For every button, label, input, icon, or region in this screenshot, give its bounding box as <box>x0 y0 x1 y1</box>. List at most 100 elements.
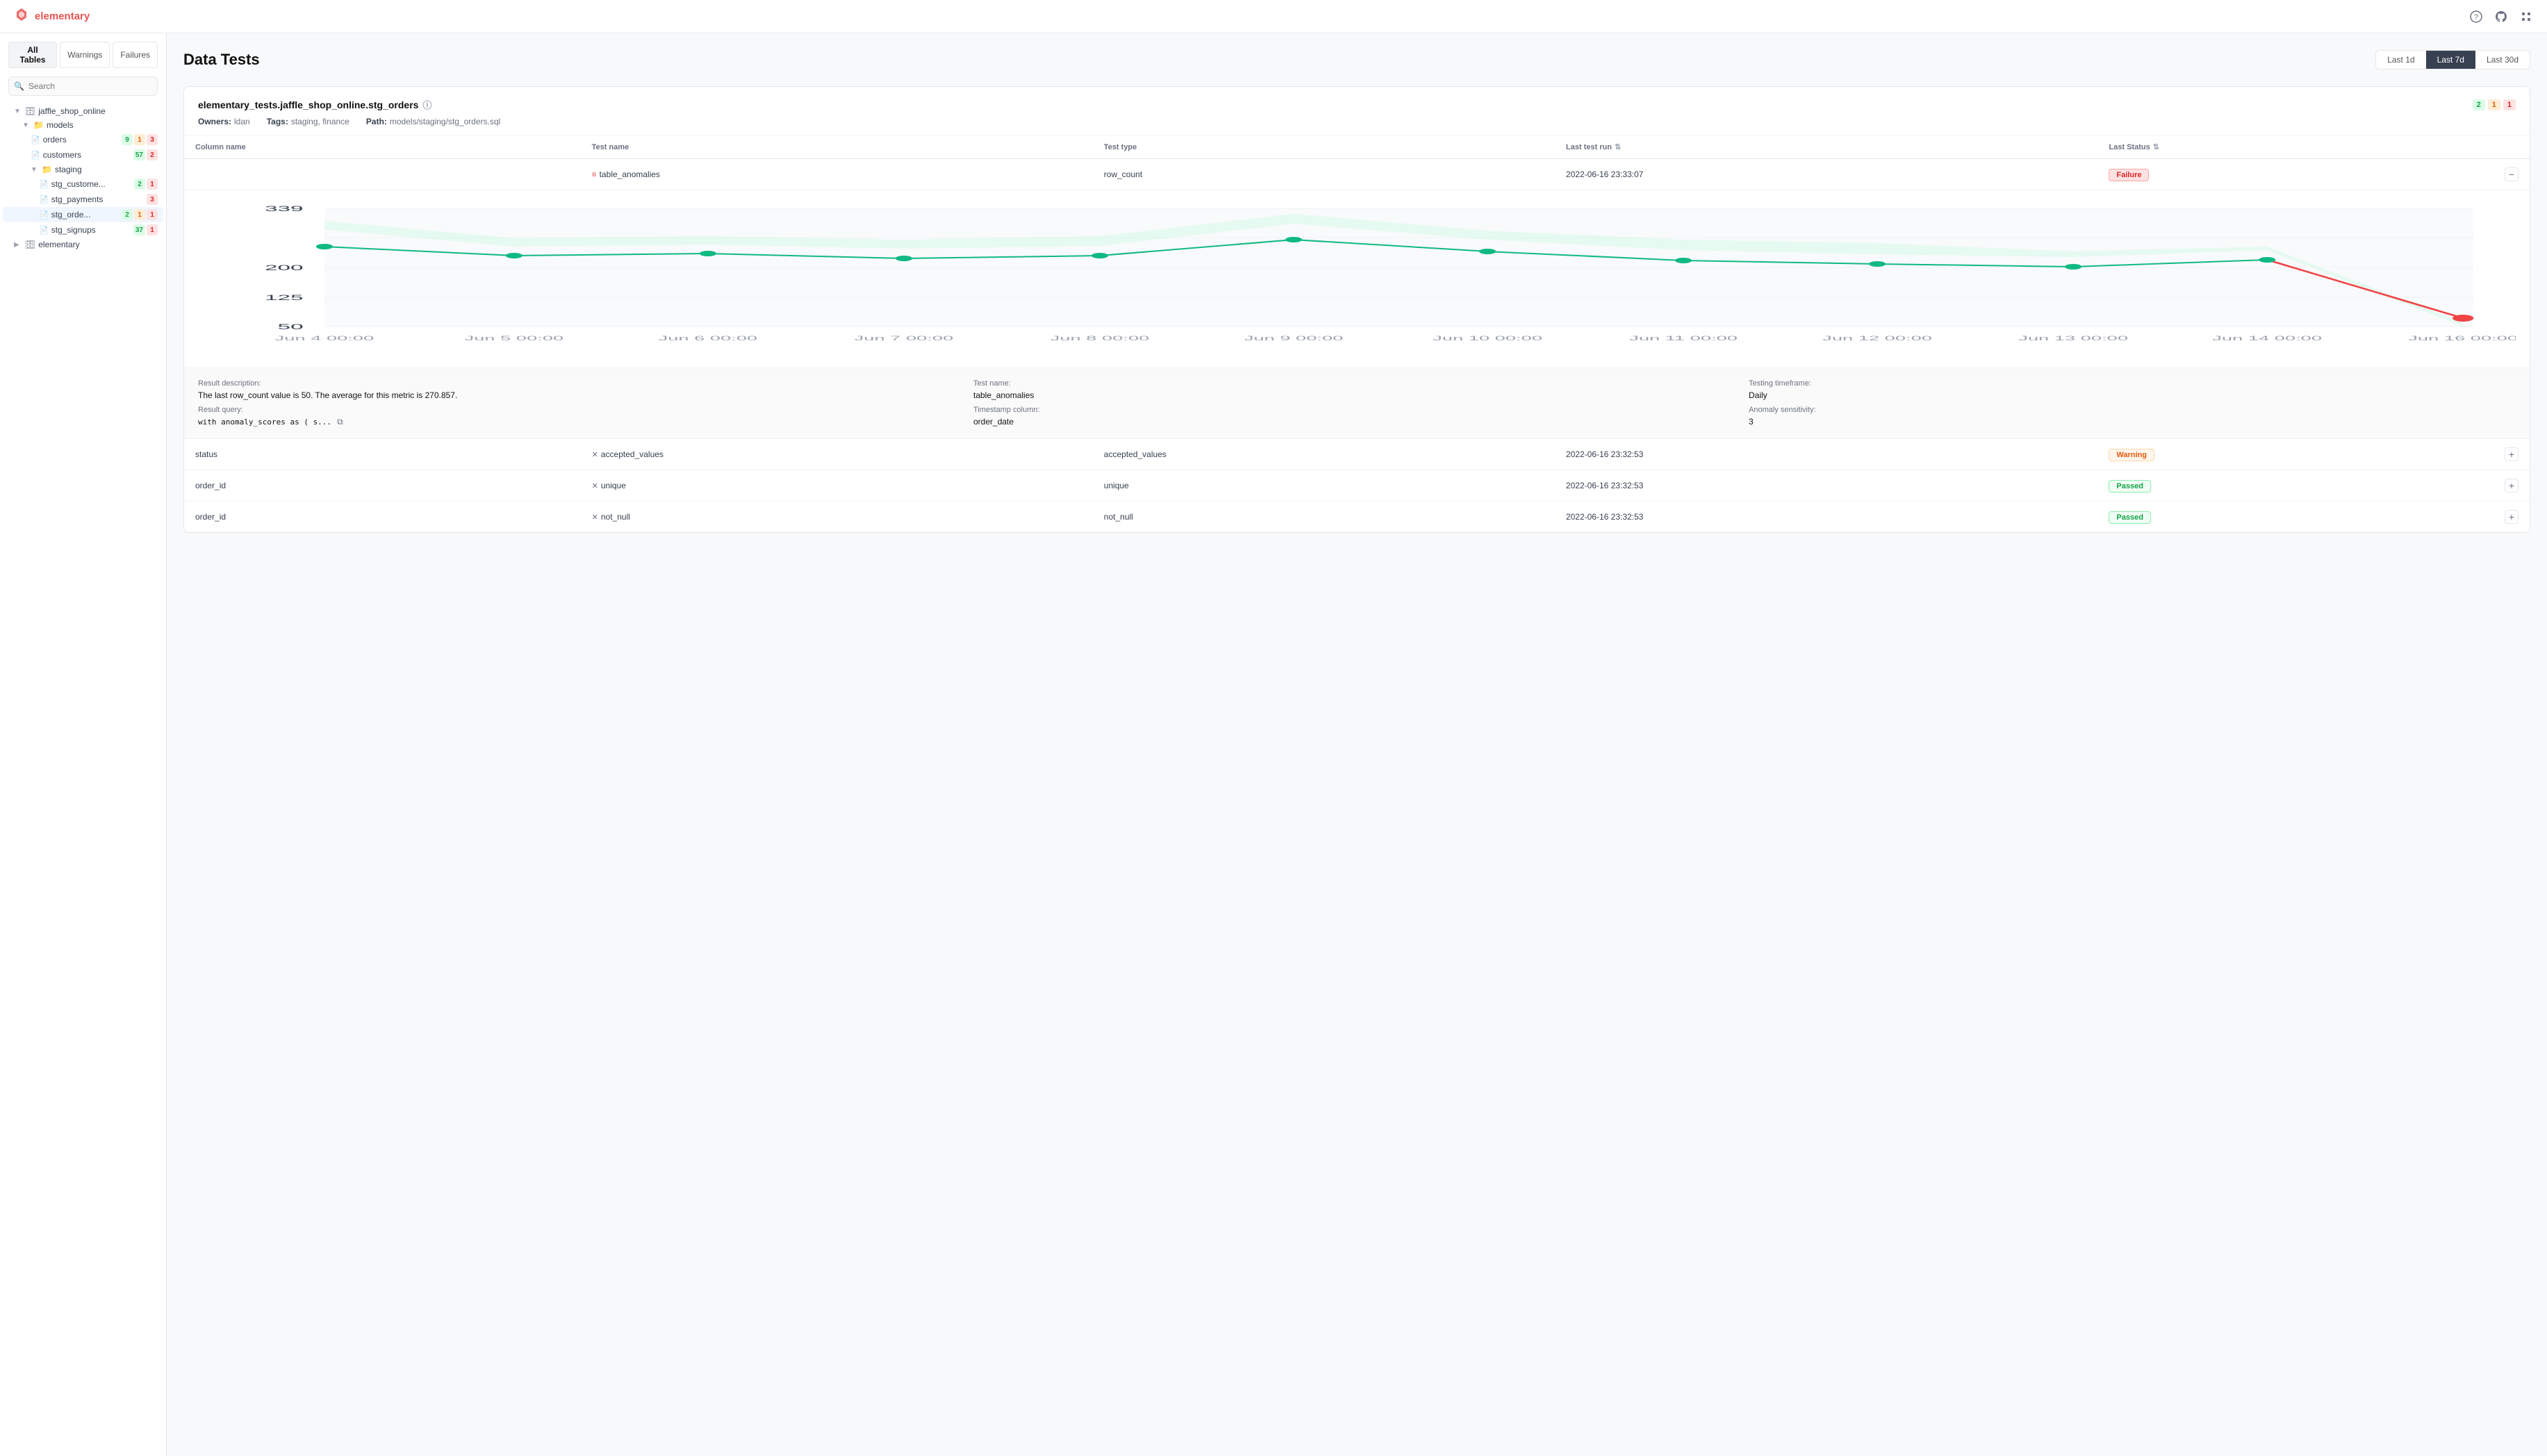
copy-icon[interactable]: ⧉ <box>337 417 343 427</box>
file-icon: 📄 <box>39 180 49 189</box>
card-badges: 2 1 1 <box>2473 99 2516 110</box>
timeframe-label: Testing timeframe: <box>1749 379 2516 388</box>
tree-item-jaffle-shop-online[interactable]: ▼ 🗄 jaffle_shop_online <box>3 104 163 118</box>
col-last-status[interactable]: Last Status⇅ <box>2097 135 2494 159</box>
expand-button[interactable]: + <box>2505 479 2519 493</box>
col-last-test-run[interactable]: Last test run⇅ <box>1555 135 2097 159</box>
card-title-text: elementary_tests.jaffle_shop_online.stg_… <box>198 99 418 110</box>
cell-column-name: status <box>184 439 581 470</box>
cell-expand: + <box>2494 502 2530 533</box>
main-layout: All Tables Warnings Failures 🔍 ▼ 🗄 jaffl… <box>0 33 2547 1456</box>
card-header: elementary_tests.jaffle_shop_online.stg_… <box>184 87 2530 135</box>
path-value: models/staging/stg_orders.sql <box>390 117 500 126</box>
cell-test-name: ✕ unique <box>581 470 1093 502</box>
tree-item-elementary[interactable]: ▶ 🗄 elementary <box>3 238 163 251</box>
app-name: elementary <box>35 10 90 22</box>
tree-item-models[interactable]: ▼ 📁 models <box>3 118 163 132</box>
time-btn-1d[interactable]: Last 1d <box>2376 51 2425 69</box>
expand-button[interactable]: + <box>2505 447 2519 461</box>
expand-button[interactable]: + <box>2505 510 2519 524</box>
main-content: Data Tests Last 1d Last 7d Last 30d elem… <box>167 33 2547 1456</box>
badges: 37 1 <box>133 224 158 235</box>
badge-green: 57 <box>133 149 145 160</box>
cell-last-run: 2022-06-16 23:32:53 <box>1555 470 2097 502</box>
cell-column-name: order_id <box>184 470 581 502</box>
tree-label: orders <box>43 135 119 144</box>
tree-label: jaffle_shop_online <box>38 106 158 116</box>
svg-text:Jun 10 00:00: Jun 10 00:00 <box>1433 335 1542 342</box>
cell-status: Passed <box>2097 470 2494 502</box>
tree-label: stg_payments <box>51 195 144 204</box>
svg-text:Jun 6 00:00: Jun 6 00:00 <box>659 335 758 342</box>
help-icon[interactable]: ? <box>2469 10 2483 24</box>
owner-value: ldan <box>234 117 250 126</box>
table-row[interactable]: order_id ✕ unique unique 2022-06-16 23:3… <box>184 470 2530 502</box>
card-title: elementary_tests.jaffle_shop_online.stg_… <box>198 98 431 111</box>
logo-icon <box>14 7 29 26</box>
tree-item-stg-signups[interactable]: 📄 stg_signups 37 1 <box>3 222 163 238</box>
test-meta-section: Test name: table_anomalies Timestamp col… <box>973 379 1740 427</box>
tree-label: stg_orde... <box>51 210 119 220</box>
svg-text:Jun 8 00:00: Jun 8 00:00 <box>1050 335 1150 342</box>
svg-text:Jun 13 00:00: Jun 13 00:00 <box>2018 335 2128 342</box>
table-header-row: Column name Test name Test type Last tes… <box>184 135 2530 159</box>
chevron-right-icon: ▶ <box>14 241 22 249</box>
tree-item-stg-custome[interactable]: 📄 stg_custome... 2 1 <box>3 176 163 192</box>
status-badge-passed: Passed <box>2109 511 2151 524</box>
badge-summary-orange: 1 <box>2488 99 2500 110</box>
page-title: Data Tests <box>183 51 260 69</box>
folder-icon: 📁 <box>33 120 44 130</box>
sort-icon: ⇅ <box>2153 143 2159 151</box>
tree-item-stg-orde[interactable]: 📄 stg_orde... 2 1 1 <box>3 207 163 222</box>
config-section: Testing timeframe: Daily Anomaly sensiti… <box>1749 379 2516 427</box>
tree-label: elementary <box>38 240 158 249</box>
file-icon: 📄 <box>39 210 49 220</box>
col-column-name: Column name <box>184 135 581 159</box>
tab-failures[interactable]: Failures <box>113 42 158 68</box>
tree-item-orders[interactable]: 📄 orders 9 1 3 <box>3 132 163 147</box>
cell-expand: + <box>2494 439 2530 470</box>
col-test-type: Test type <box>1093 135 1555 159</box>
tree-item-staging[interactable]: ▼ 📁 staging <box>3 163 163 176</box>
svg-text:339: 339 <box>265 205 304 213</box>
description-value: The last row_count value is 50. The aver… <box>198 390 965 400</box>
search-input[interactable] <box>8 76 158 96</box>
timeframe-value: Daily <box>1749 390 2516 400</box>
timestamp-value: order_date <box>973 417 1740 427</box>
page-header: Data Tests Last 1d Last 7d Last 30d <box>183 50 2530 69</box>
table-row[interactable]: status ✕ accepted_values accepted_values… <box>184 439 2530 470</box>
card: elementary_tests.jaffle_shop_online.stg_… <box>183 86 2530 533</box>
tab-all-tables[interactable]: All Tables <box>8 42 57 68</box>
table-row[interactable]: order_id ✕ not_null not_null 2022-06-16 … <box>184 502 2530 533</box>
svg-text:Jun 5 00:00: Jun 5 00:00 <box>465 335 564 342</box>
status-badge-passed: Passed <box>2109 480 2151 493</box>
time-btn-30d[interactable]: Last 30d <box>2475 51 2530 69</box>
timeframe-row: Testing timeframe: Daily <box>1749 379 2516 400</box>
anomaly-chart: 339 200 125 50 <box>198 201 2516 354</box>
table-head: Column name Test name Test type Last tes… <box>184 135 2530 159</box>
top-bar: elementary ? <box>0 0 2547 33</box>
tree-item-customers[interactable]: 📄 customers 57 2 <box>3 147 163 163</box>
svg-text:200: 200 <box>265 264 304 272</box>
svg-text:Jun 14 00:00: Jun 14 00:00 <box>2212 335 2322 342</box>
col-actions <box>2494 135 2530 159</box>
info-icon[interactable]: ⓘ <box>422 98 431 111</box>
database-icon: 🗄 <box>25 240 35 249</box>
table-row[interactable]: ≡ table_anomalies row_count 2022-06-16 2… <box>184 159 2530 190</box>
chart-row: 339 200 125 50 <box>184 190 2530 439</box>
svg-text:Jun 12 00:00: Jun 12 00:00 <box>1822 335 1932 342</box>
slack-icon[interactable] <box>2519 10 2533 24</box>
cell-test-type: not_null <box>1093 502 1555 533</box>
tree-item-stg-payments[interactable]: 📄 stg_payments 3 <box>3 192 163 207</box>
logo: elementary <box>14 7 90 26</box>
badges: 2 1 1 <box>122 209 158 220</box>
cell-test-type: row_count <box>1093 159 1555 190</box>
badge-summary-red: 1 <box>2503 99 2516 110</box>
cell-last-run: 2022-06-16 23:32:53 <box>1555 439 2097 470</box>
collapse-button[interactable]: − <box>2505 167 2519 181</box>
svg-text:Jun 4 00:00: Jun 4 00:00 <box>275 335 374 342</box>
time-btn-7d[interactable]: Last 7d <box>2426 51 2475 69</box>
tab-warnings[interactable]: Warnings <box>60 42 110 68</box>
github-icon[interactable] <box>2494 10 2508 24</box>
database-icon: 🗄 <box>25 106 35 116</box>
